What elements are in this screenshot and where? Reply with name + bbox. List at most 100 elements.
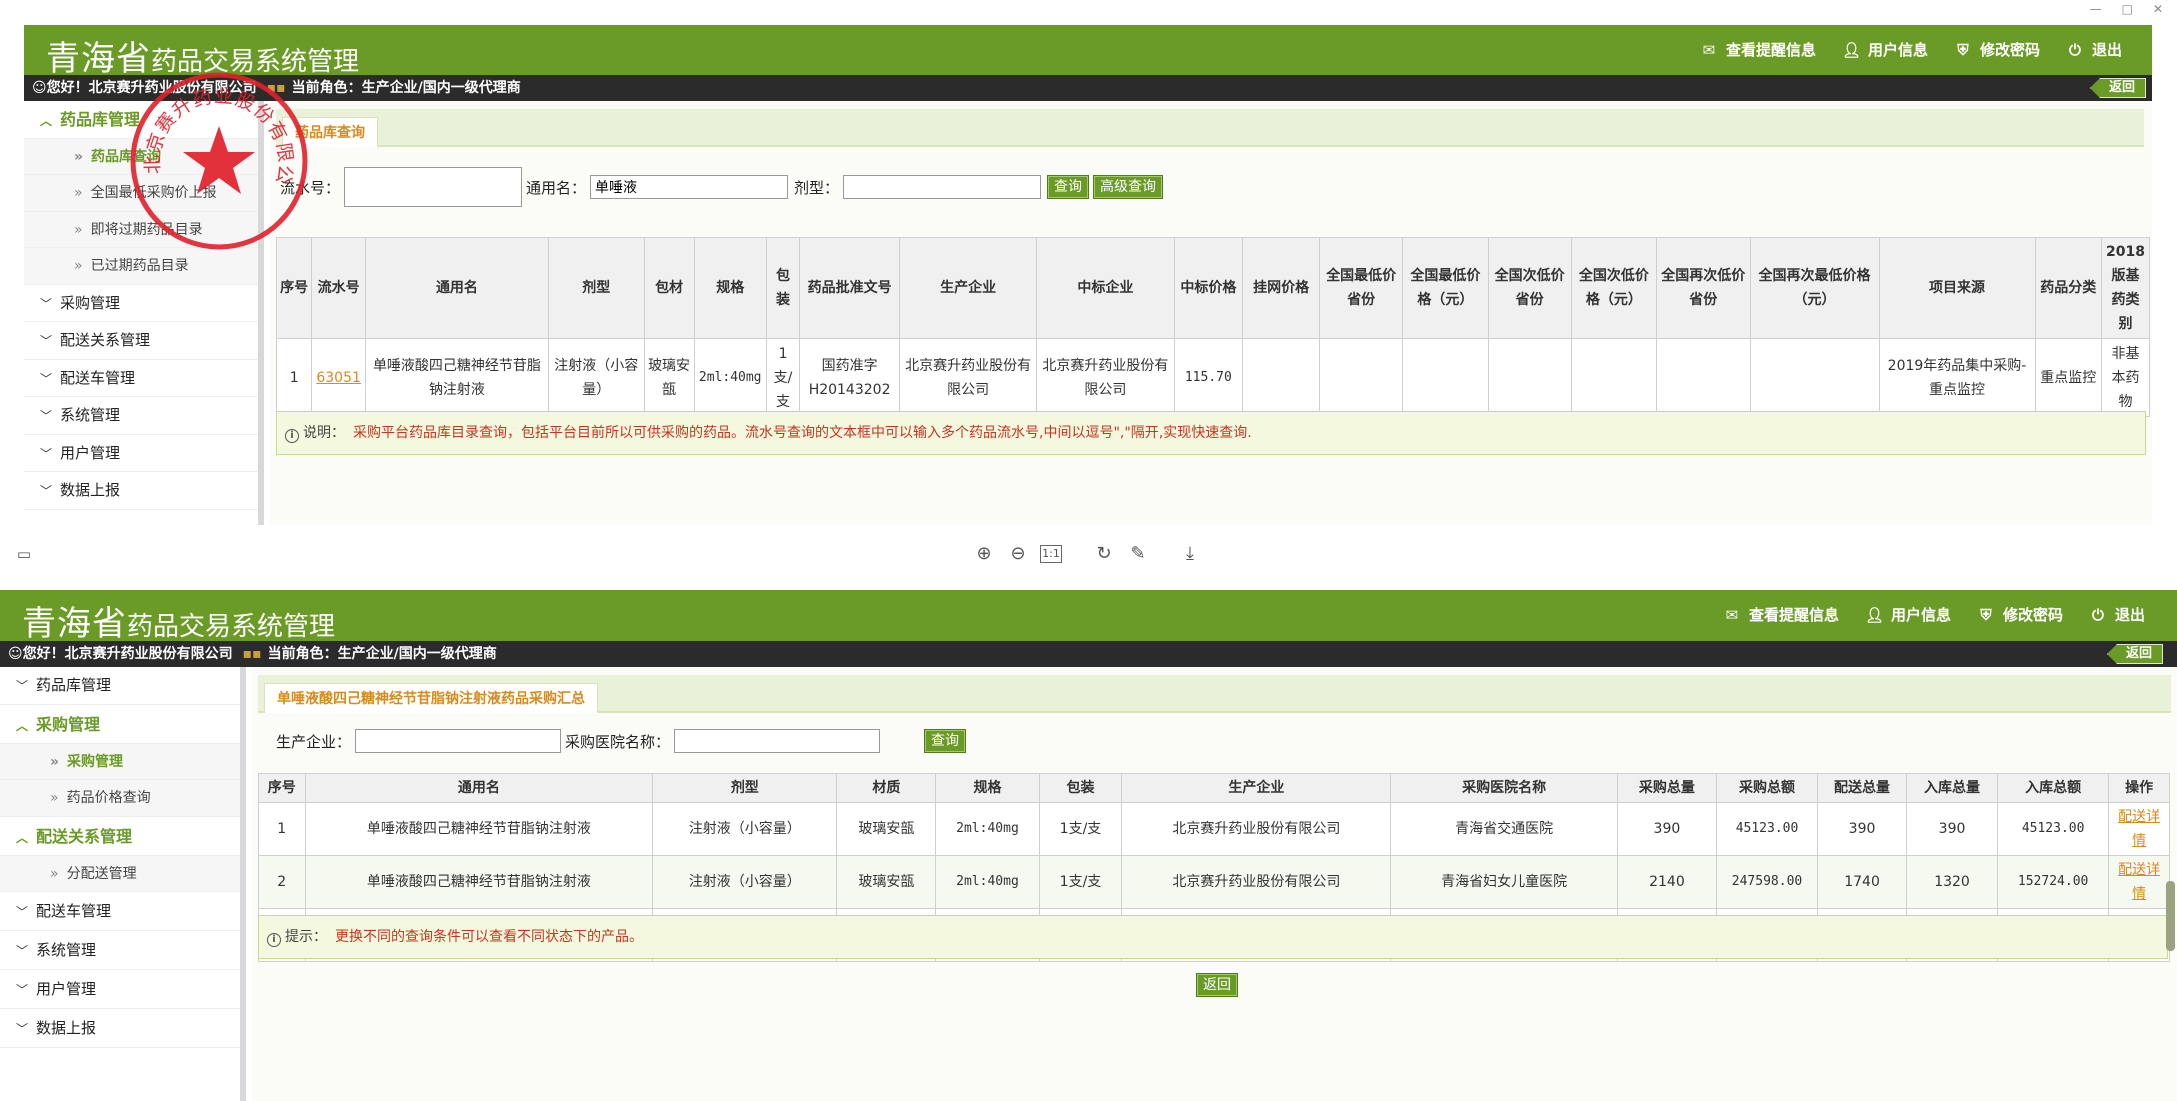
query-button[interactable]: 查询 [924, 729, 967, 753]
zoom-in-icon[interactable]: ⊕ [972, 542, 996, 566]
maximize-icon[interactable]: □ [2122, 0, 2133, 18]
note-text: 更换不同的查询条件可以查看不同状态下的产品。 [335, 929, 643, 945]
close-icon[interactable]: ✕ [2153, 0, 2163, 18]
column-header: 挂网价格 [1242, 237, 1321, 339]
menu-delivery-vehicle[interactable]: ﹀ 配送车管理 [0, 892, 240, 931]
user-info-link[interactable]: 👤︎ 用户信息 [1842, 39, 1928, 60]
table-cell: 北京赛升药业股份有限公司 [1036, 338, 1175, 417]
generic-name-input[interactable] [590, 175, 789, 199]
actual-size-icon[interactable]: 1:1 [1040, 545, 1062, 563]
hint-note: i 提示： 更换不同的查询条件可以查看不同状态下的产品。 [258, 915, 2168, 959]
logout-link[interactable]: ⏻ 退出 [2066, 39, 2122, 60]
table-row: 1 63051 单唾液酸四己糖神经节苷脂钠注射液 注射液（小容量） 玻璃安瓿 2ml:40… [275, 338, 2150, 417]
submenu-price-query[interactable]: » 药品价格查询 [0, 780, 240, 817]
change-password-link[interactable]: ⛨ 修改密码 [1954, 39, 2040, 60]
change-password-link[interactable]: ⛨ 修改密码 [1977, 604, 2063, 625]
sidebar: ︿ 药品库管理 » 药品库查询 » 全国最低采购价上报 » 即将过期药品目录 » 已过期药… [24, 101, 264, 525]
zoom-out-icon[interactable]: ⊖ [1006, 542, 1030, 566]
column-header: 流水号 [311, 237, 366, 339]
menu-users[interactable]: ﹀ 用户管理 [0, 970, 240, 1009]
table-cell [1656, 338, 1751, 417]
menu-label: 数据上报 [60, 481, 121, 499]
table-cell: 玻璃安瓿 [836, 855, 937, 909]
table-cell: 2 [258, 855, 306, 909]
tab-drug-query[interactable]: 药品库查询 [282, 117, 378, 147]
role: 当前角色：生产企业/国内一级代理商 [267, 646, 497, 662]
rotate-icon[interactable]: ↻ [1092, 542, 1116, 566]
menu-system[interactable]: ﹀ 系统管理 [0, 931, 240, 970]
scrollbar-thumb[interactable] [2166, 881, 2175, 951]
column-header: 通用名 [304, 773, 654, 803]
download-icon[interactable]: ⤓ [1178, 542, 1202, 566]
minimize-icon[interactable]: — [2090, 0, 2102, 18]
table-cell: 45123.00 [1997, 802, 2110, 856]
submenu-drug-query[interactable]: » 药品库查询 [24, 138, 258, 175]
menu-data-report[interactable]: ﹀ 数据上报 [24, 472, 258, 510]
chevron-down-icon: ﹀ [40, 334, 53, 348]
logout-link[interactable]: ⏻ 退出 [2089, 604, 2145, 625]
table-cell: 北京赛升药业股份有限公司 [898, 338, 1038, 417]
submenu-label: 即将过期药品目录 [90, 221, 203, 238]
menu-delivery-vehicle[interactable]: ﹀ 配送车管理 [24, 360, 258, 397]
mail-icon: ✉ [1702, 40, 1716, 59]
menu-distribution-relation[interactable]: ︿ 配送关系管理 [0, 817, 240, 856]
edit-icon[interactable]: ✎ [1126, 542, 1150, 566]
drug-table: 序号 流水号 通用名 剂型 包材 规格 包装 药品批准文号 生产企业 中标企业 中标价格 挂网价格 全国… [275, 237, 2150, 417]
shield-icon: ⛨ [1980, 605, 1992, 624]
tab-bar: 单唾液酸四己糖神经节苷脂钠注射液药品采购汇总 [258, 675, 2171, 713]
submenu-purchase-manage[interactable]: » 采购管理 [0, 743, 240, 780]
info-icon: i [267, 933, 281, 947]
logo-province: 青海省 [46, 39, 151, 79]
table-cell: 青海省交通医院 [1390, 802, 1618, 856]
menu-distribution-relation[interactable]: ﹀ 配送关系管理 [24, 322, 258, 360]
reminder-link[interactable]: ✉ 查看提醒信息 [1723, 604, 1839, 625]
menu-drug-library[interactable]: ︿ 药品库管理 [24, 101, 258, 139]
menu-purchase[interactable]: ︿ 采购管理 [0, 705, 240, 744]
app-logo: 青海省药品交易系统管理 [22, 596, 335, 645]
table-cell [1319, 338, 1404, 417]
double-chevron-icon: » [74, 221, 83, 238]
menu-data-report[interactable]: ﹀ 数据上报 [0, 1009, 240, 1048]
table-cell [1242, 338, 1321, 417]
reminder-link[interactable]: ✉ 查看提醒信息 [1700, 39, 1816, 60]
table-cell: 2ml:40mg [693, 338, 767, 417]
delivery-detail-link[interactable]: 配送详情 [2118, 862, 2160, 902]
hospital-input[interactable] [674, 729, 881, 753]
thumbnail-toggle-icon[interactable]: ▭ [12, 542, 36, 566]
advanced-query-button[interactable]: 高级查询 [1093, 175, 1164, 199]
dosage-form-input[interactable] [843, 175, 1042, 199]
serial-number-link[interactable]: 63051 [316, 370, 361, 386]
chevron-up-icon: ︿ [16, 830, 29, 845]
query-button[interactable]: 查询 [1047, 175, 1090, 199]
maker-input[interactable] [355, 729, 562, 753]
column-header: 包材 [643, 237, 695, 339]
user-info-link[interactable]: 👤︎ 用户信息 [1865, 604, 1951, 625]
note-text: 采购平台药品库目录查询，包括平台目前所以可供采购的药品。流水号查询的文本框中可以… [353, 425, 1252, 441]
submenu-distribution-assign[interactable]: » 分配送管理 [0, 855, 240, 892]
submenu-expired-drugs[interactable]: » 已过期药品目录 [24, 248, 258, 285]
serial-textarea[interactable] [344, 167, 523, 207]
table-cell [1570, 338, 1658, 417]
column-header: 全国再次最低价格（元） [1749, 237, 1880, 339]
maker-label: 生产企业： [276, 732, 352, 751]
submenu-expiring-drugs[interactable]: » 即将过期药品目录 [24, 211, 258, 248]
return-button[interactable]: 返回 [1196, 973, 1238, 997]
note-label: 提示： [285, 929, 327, 945]
column-header: 药品分类 [2034, 237, 2103, 339]
app-logo: 青海省药品交易系统管理 [46, 31, 359, 80]
submenu-lowest-price-report[interactable]: » 全国最低采购价上报 [24, 175, 258, 212]
user-info-label: 用户信息 [1867, 41, 1928, 59]
column-header: 通用名 [364, 237, 549, 339]
tab-purchase-summary[interactable]: 单唾液酸四己糖神经节苷脂钠注射液药品采购汇总 [264, 683, 598, 713]
column-header: 中标企业 [1036, 237, 1175, 339]
delivery-detail-link[interactable]: 配送详情 [2118, 809, 2160, 849]
menu-drug-library[interactable]: ﹀ 药品库管理 [0, 667, 240, 705]
table-cell: 63051 [311, 338, 366, 417]
menu-purchase[interactable]: ﹀ 采购管理 [24, 285, 258, 322]
back-button[interactable]: 返回 [2089, 78, 2146, 98]
menu-users[interactable]: ﹀ 用户管理 [24, 435, 258, 472]
serial-label: 流水号： [280, 178, 341, 197]
back-button[interactable]: 返回 [2106, 644, 2163, 664]
menu-system[interactable]: ﹀ 系统管理 [24, 397, 258, 435]
menu-label: 数据上报 [36, 1019, 97, 1037]
